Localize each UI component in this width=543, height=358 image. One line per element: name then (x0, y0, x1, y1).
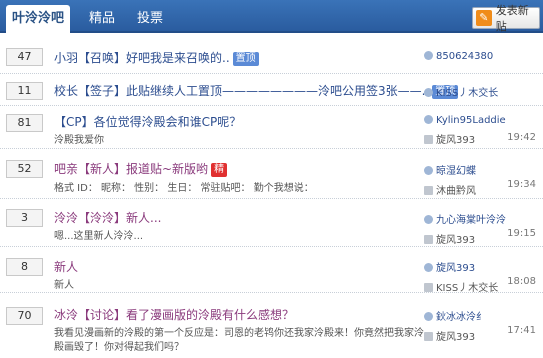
thread-author[interactable]: 九心海棠叶泠泠 (424, 211, 536, 226)
reply-icon (424, 135, 433, 144)
user-icon (424, 215, 433, 224)
thread-title-text[interactable]: 吧亲【新人】报道贴~新版哟 (54, 162, 208, 176)
reply-count: 8 (6, 258, 43, 276)
tab-vote[interactable]: 投票 (130, 5, 170, 33)
thread-excerpt: 格式 ID： 昵称： 性别： 生日： 常驻贴吧： 勤个我想说： (54, 183, 314, 194)
pinned-badge: 置顶 (232, 52, 259, 66)
reply-icon (424, 332, 433, 341)
thread-title-text[interactable]: 【CP】各位觉得泠殿会和谁CP呢？ (54, 115, 241, 129)
reply-count: 70 (6, 307, 43, 325)
thread-title-text[interactable]: 冰泠【讨论】看了漫画版的泠殿有什么感想？ (54, 308, 294, 322)
last-reply-time: 19:15 (507, 228, 536, 239)
thread-row: 47 小羽【召唤】好吧我是来召唤的.. 置顶 850624380 (0, 40, 543, 74)
thread-author[interactable]: 鈥冰冰泠纟 (424, 308, 536, 323)
thread-title[interactable]: 冰泠【讨论】看了漫画版的泠殿有什么感想？ (54, 306, 294, 323)
last-reply-time: 18:08 (507, 276, 536, 287)
new-post-button[interactable]: ✎ 发表新贴 (472, 4, 540, 33)
reply-icon (424, 235, 433, 244)
user-icon (424, 51, 433, 60)
thread-row: 11 校长【签子】此贴继续人工置顶————————泠吧公用签3张——.. 置顶 K… (0, 74, 543, 106)
user-icon (424, 166, 433, 175)
reply-count: 52 (6, 160, 43, 178)
last-reply-time: 17:41 (507, 325, 536, 336)
user-icon (424, 312, 433, 321)
thread-excerpt-line2: 殿画毁了！你对得起我们吗？ (54, 342, 184, 353)
reply-count: 11 (6, 82, 43, 100)
thread-row: 81 【CP】各位觉得泠殿会和谁CP呢？ 泠殿我爱你 Kylin95Laddie… (0, 106, 543, 149)
thread-title-text[interactable]: 新人 (54, 260, 78, 274)
thread-title[interactable]: 吧亲【新人】报道贴~新版哟精 (54, 160, 228, 177)
thread-author[interactable]: 晾湿幻蝶 (424, 162, 536, 177)
last-reply-time: 19:34 (507, 179, 536, 190)
thread-title[interactable]: 【CP】各位觉得泠殿会和谁CP呢？ (54, 113, 241, 130)
thread-excerpt: 我看见漫画新的泠殿的第一个反应是：司恩的老鸨你还我家泠殿来！你竟然把我家泠 (54, 328, 424, 339)
thread-author[interactable]: Kylin95Laddie (424, 115, 536, 126)
user-icon (424, 88, 433, 97)
thread-excerpt: 泠殿我爱你 (54, 135, 104, 146)
last-reply-time: 19:42 (507, 132, 536, 143)
reply-count: 47 (6, 48, 43, 66)
reply-icon (424, 283, 433, 292)
thread-author[interactable]: 850624380 (424, 51, 536, 62)
thread-row: 3 泠泠【泠泠】新人... 嗯...这里新人泠泠... 九心海棠叶泠泠 旋风39… (0, 199, 543, 247)
thread-title[interactable]: 小羽【召唤】好吧我是来召唤的.. 置顶 (54, 49, 259, 66)
featured-badge: 精 (211, 163, 228, 177)
reply-icon (424, 186, 433, 195)
reply-count: 81 (6, 114, 43, 132)
tab-forum-home[interactable]: 叶泠泠吧 (6, 5, 70, 33)
thread-row: 52 吧亲【新人】报道贴~新版哟精 格式 ID： 昵称： 性别： 生日： 常驻贴… (0, 149, 543, 199)
thread-row: 8 新人 新人 旋风393 KISS丿木交长 18:08 (0, 247, 543, 294)
thread-title[interactable]: 泠泠【泠泠】新人... (54, 209, 161, 226)
thread-title[interactable]: 校长【签子】此贴继续人工置顶————————泠吧公用签3张——.. 置顶 (54, 82, 459, 99)
forum-tab-bar: 叶泠泠吧 精品 投票 ✎ 发表新贴 (0, 0, 543, 33)
thread-title-text[interactable]: 校长【签子】此贴继续人工置顶————————泠吧公用签3张——.. (54, 84, 429, 98)
new-post-label: 发表新贴 (495, 4, 529, 33)
thread-excerpt: 新人 (54, 280, 74, 291)
user-icon (424, 115, 433, 124)
thread-author[interactable]: KISS丿木交长 (424, 84, 536, 99)
thread-title-text[interactable]: 小羽【召唤】好吧我是来召唤的.. (54, 51, 230, 65)
thread-title[interactable]: 新人 (54, 258, 78, 275)
tab-featured[interactable]: 精品 (82, 5, 122, 33)
thread-author[interactable]: 旋风393 (424, 259, 536, 274)
user-icon (424, 263, 433, 272)
reply-count: 3 (6, 209, 43, 227)
thread-row: 70 冰泠【讨论】看了漫画版的泠殿有什么感想？ 我看见漫画新的泠殿的第一个反应是… (0, 293, 543, 358)
thread-title-text[interactable]: 泠泠【泠泠】新人... (54, 211, 161, 225)
pencil-icon: ✎ (476, 10, 492, 26)
thread-excerpt: 嗯...这里新人泠泠... (54, 231, 144, 242)
